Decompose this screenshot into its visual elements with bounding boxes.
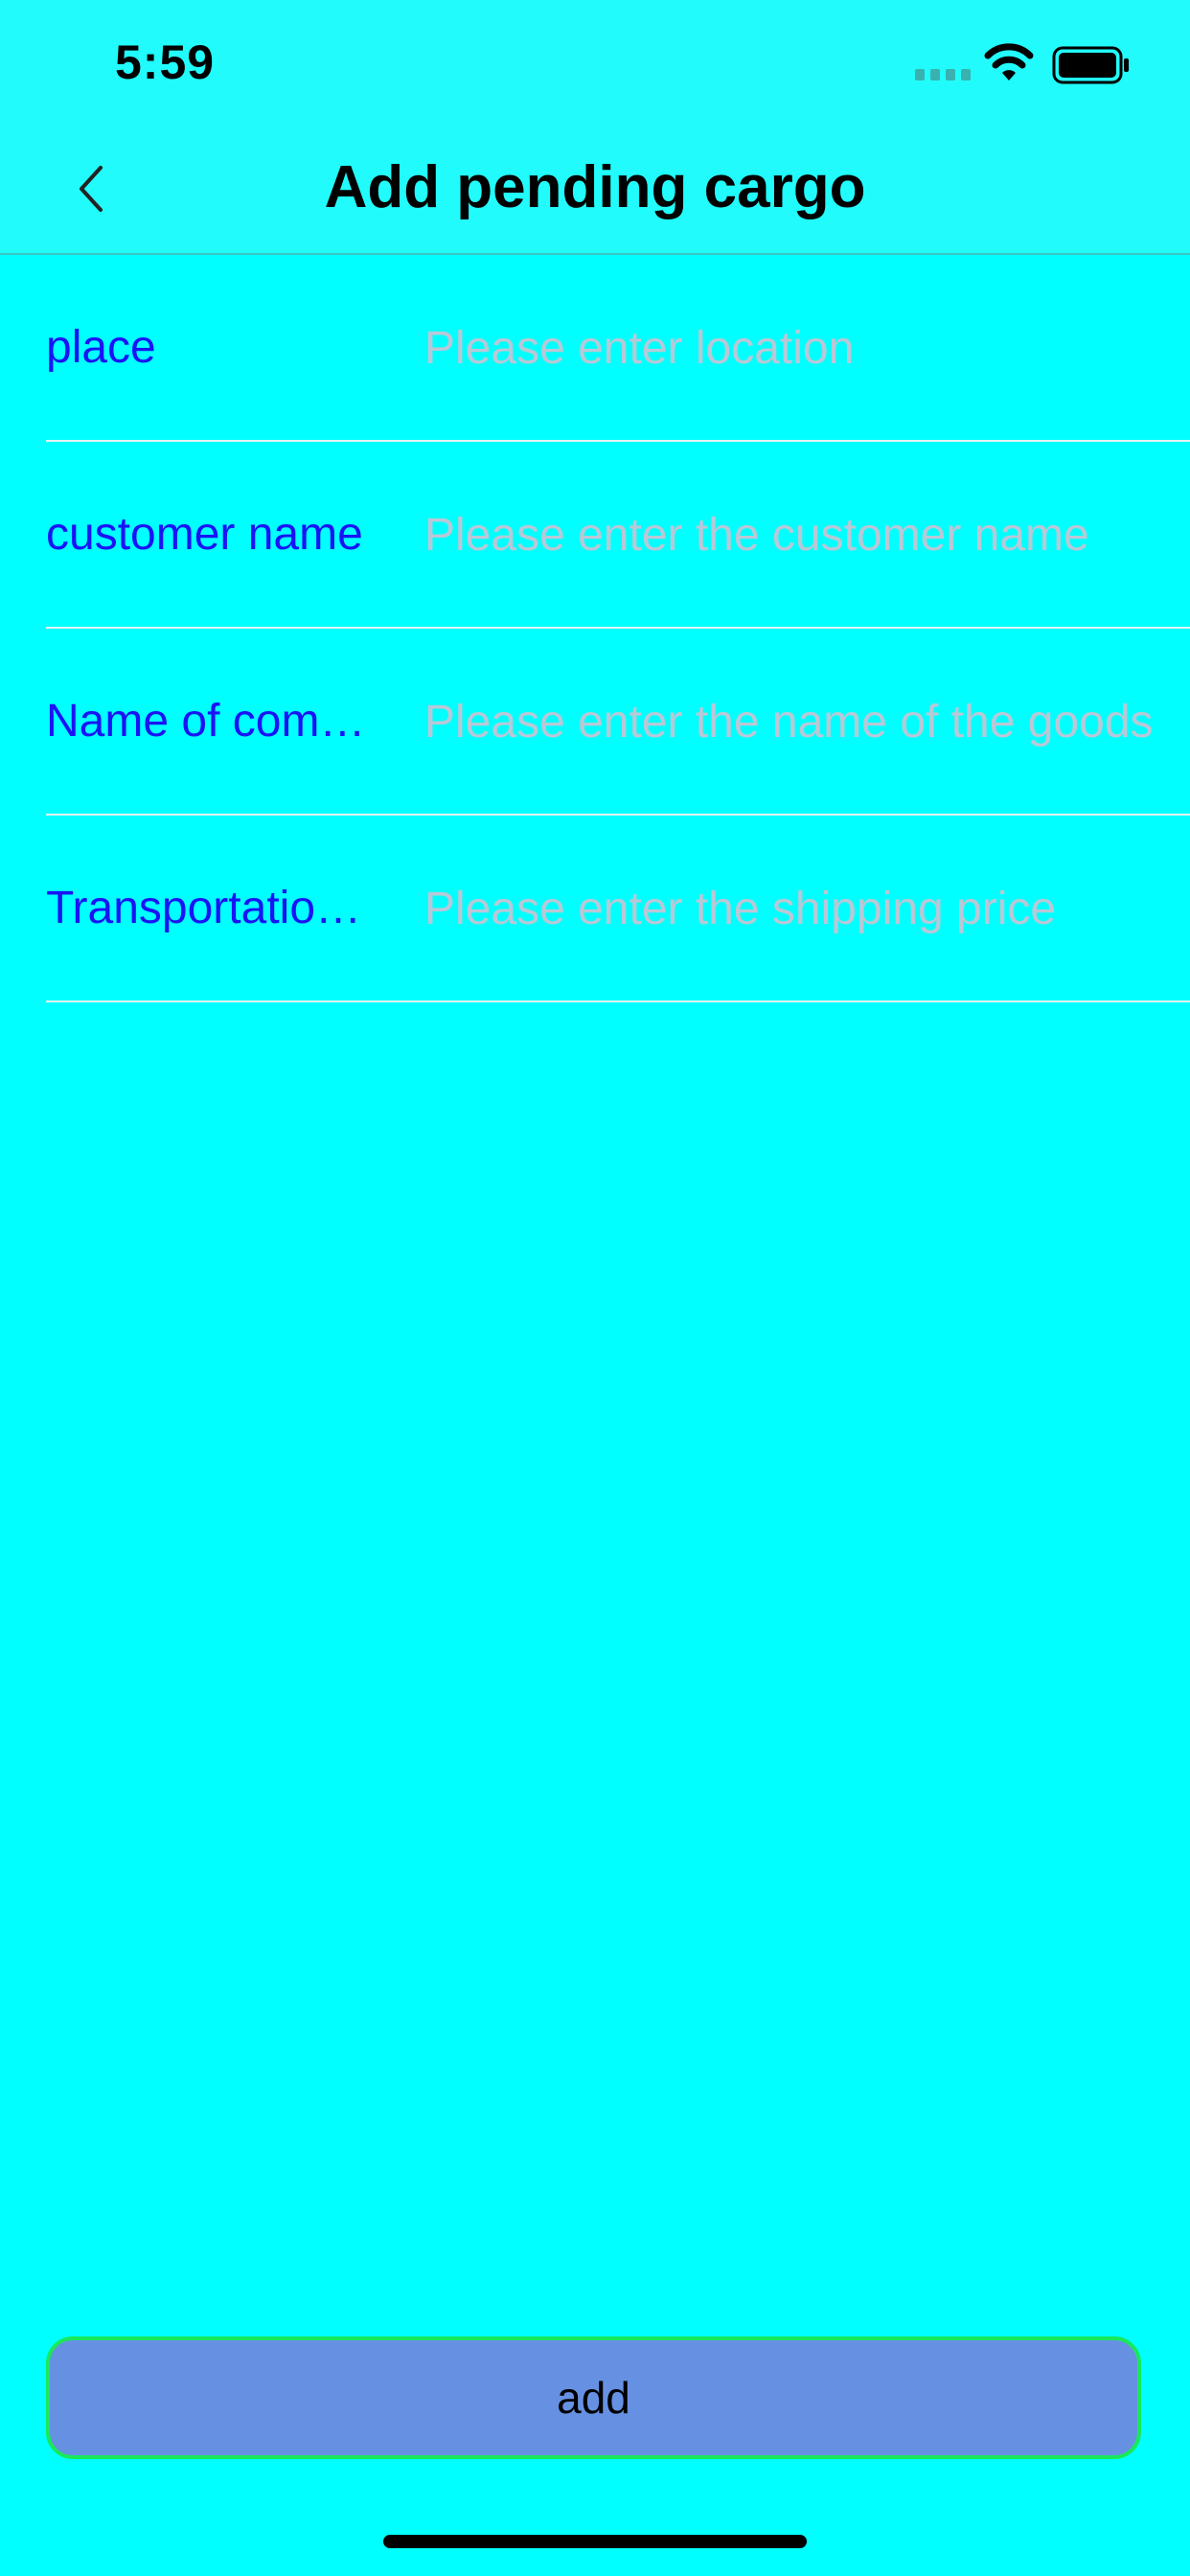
home-indicator [383, 2535, 807, 2548]
status-time: 5:59 [115, 35, 216, 89]
commodity-name-input[interactable] [424, 686, 1190, 757]
status-bar: 5:59 [0, 0, 1190, 126]
place-label: place [46, 322, 156, 373]
form-row-place: place [46, 255, 1190, 442]
customer-name-input[interactable] [424, 499, 1190, 570]
navigation-bar: Add pending cargo [0, 126, 1190, 255]
place-input[interactable] [424, 312, 1190, 383]
add-button[interactable]: add [46, 2336, 1141, 2459]
cellular-signal-icon [915, 69, 971, 80]
commodity-name-label: Name of commodity [46, 696, 381, 747]
form-row-transportation-price: Transportation price [46, 816, 1190, 1002]
form-row-customer-name: customer name [46, 442, 1190, 629]
form-row-commodity-name: Name of commodity [46, 629, 1190, 816]
transportation-price-label: Transportation price [46, 883, 381, 933]
customer-name-label: customer name [46, 509, 363, 560]
transportation-price-input[interactable] [424, 873, 1190, 944]
wifi-icon [984, 43, 1034, 80]
battery-icon [1052, 46, 1129, 84]
cargo-form: place customer name Name of commodity Tr… [0, 255, 1190, 1002]
page-title: Add pending cargo [324, 154, 866, 220]
